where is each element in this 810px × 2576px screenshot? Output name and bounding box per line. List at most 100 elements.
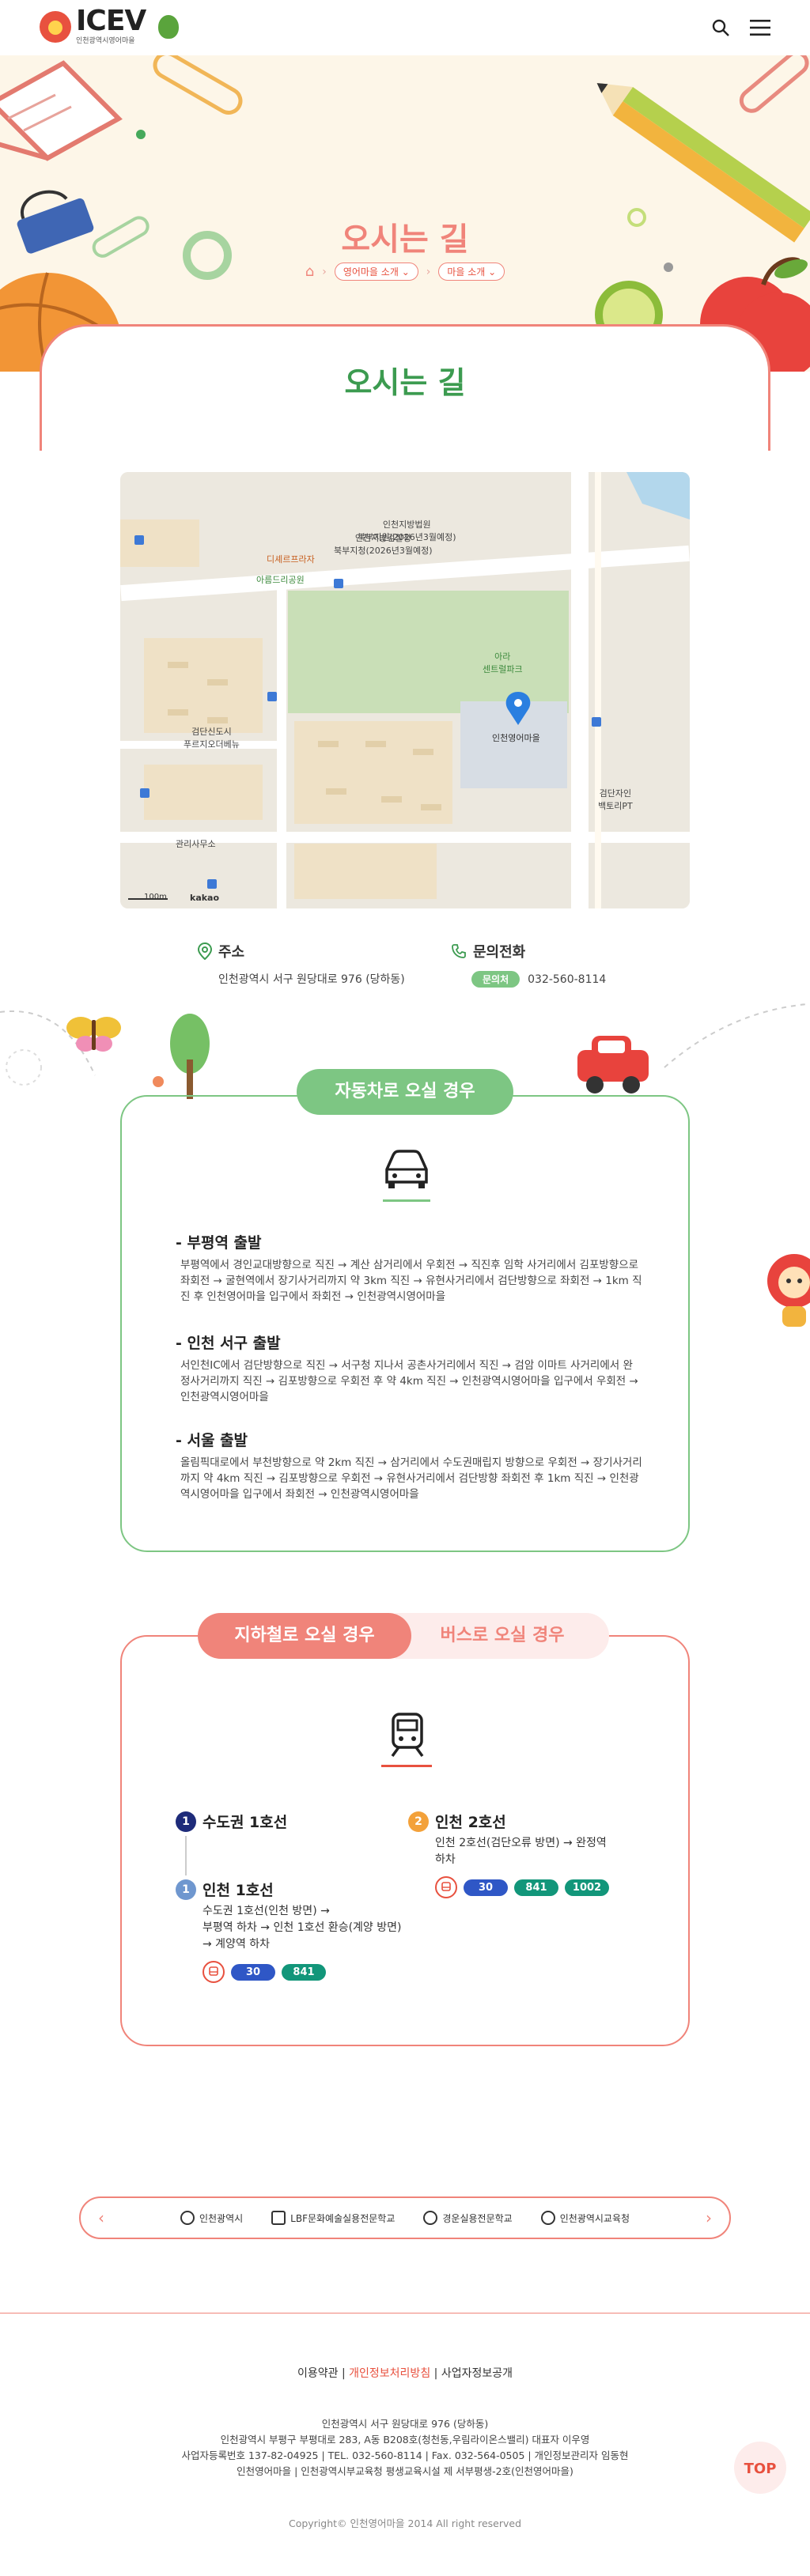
footer-link-business[interactable]: 사업자정보공개 bbox=[441, 2367, 513, 2380]
logo-text: ICEV bbox=[76, 5, 146, 37]
tab-bus[interactable]: 버스로 오실 경우 bbox=[396, 1613, 609, 1659]
line-capital-1: 1 수도권 1호선 bbox=[176, 1811, 287, 1832]
line-title: 수도권 1호선 bbox=[202, 1814, 288, 1831]
mascot-side-icon bbox=[767, 1254, 810, 1327]
route-seoul: - 서울 출발 올림픽대로에서 부천방향으로 약 2km 직진 → 삼거리에서 … bbox=[176, 1429, 642, 1502]
bus-number-chip: 30 bbox=[464, 1879, 508, 1896]
hamburger-menu-icon bbox=[750, 20, 770, 36]
line-incheon-1: 1 인천 1호선 수도권 1호선(인천 방면) → 부평역 하차 → 인천 1호… bbox=[176, 1879, 413, 1983]
logo-subtitle: 인천광역시영어마을 bbox=[76, 37, 135, 45]
copyright: Copyright© 인천영어마을 2014 All right reserve… bbox=[288, 2517, 522, 2529]
page-title: 오시는 길 bbox=[344, 365, 466, 400]
route-text: 서인천IC에서 검단방향으로 직진 → 서구청 지나서 공촌사거리에서 직진 →… bbox=[180, 1359, 638, 1403]
route-title: - 부평역 출발 bbox=[176, 1234, 262, 1252]
footer-company-info: 인천광역시 서구 원당대로 976 (당하동) 인천광역시 부평구 부평대로 2… bbox=[0, 2416, 810, 2480]
partner-name: 경운실용전문학교 bbox=[442, 2212, 513, 2224]
route-text: 부평역에서 경인교대방향으로 직진 → 계산 삼거리에서 우회전 → 직진후 임… bbox=[180, 1259, 642, 1303]
bus-list: 30 841 bbox=[202, 1961, 413, 1983]
location-pin-icon bbox=[198, 942, 212, 960]
bus-number-chip: 841 bbox=[514, 1879, 558, 1896]
route-text: 올림픽대로에서 부천방향으로 약 2km 직진 → 삼거리에서 수도권매립지 방… bbox=[180, 1456, 642, 1501]
partner-logo-icon bbox=[540, 2211, 555, 2225]
partner-link[interactable]: 인천광역시교육청 bbox=[540, 2211, 630, 2225]
footer-links: 이용약관 | 개인정보처리방침 | 사업자정보공개 bbox=[297, 2367, 513, 2380]
partner-logo-icon bbox=[423, 2211, 438, 2225]
map-label-central-park: 아라 센트럴파크 bbox=[483, 652, 523, 674]
partner-banner: ‹ 인천광역시 LBF문화예술실용전문학교 경운실용전문학교 인천광역시교육청 … bbox=[79, 2196, 731, 2239]
breadcrumb: ⌂ › 영어마을 소개 ⌄ › 마을 소개 ⌄ bbox=[0, 263, 810, 281]
car-directions-box: - 부평역 출발 부평역에서 경인교대방향으로 직진 → 계산 삼거리에서 우회… bbox=[120, 1095, 690, 1552]
menu-button[interactable] bbox=[748, 16, 772, 40]
map-label-prosecutor: 인천지방검찰청 북부지청(2026년3월예정) bbox=[334, 533, 433, 556]
line-title: 인천 1호선 bbox=[202, 1882, 274, 1899]
partner-link[interactable]: 경운실용전문학교 bbox=[423, 2211, 513, 2225]
line-incheon-2: 2 인천 2호선 인천 2호선(검단오류 방면) → 완정역 하차 30 841… bbox=[408, 1811, 653, 1898]
scroll-top-button[interactable]: TOP bbox=[734, 2442, 786, 2494]
partner-logo-icon bbox=[271, 2211, 286, 2225]
line-number-badge: 1 bbox=[176, 1879, 196, 1900]
content-card: 오시는 길 bbox=[40, 324, 770, 451]
bus-number-chip: 1002 bbox=[565, 1879, 609, 1896]
chevron-right-icon: › bbox=[322, 265, 327, 278]
breadcrumb-select-1[interactable]: 영어마을 소개 ⌄ bbox=[334, 263, 418, 281]
line-number-badge: 1 bbox=[176, 1811, 196, 1832]
line-description: 인천 2호선(검단오류 방면) → 완정역 하차 bbox=[435, 1837, 607, 1866]
map-label-office: 관리사무소 bbox=[176, 839, 216, 849]
bus-number-chip: 30 bbox=[231, 1963, 275, 1981]
line-connector bbox=[185, 1836, 187, 1875]
chevron-left-icon[interactable]: ‹ bbox=[98, 2208, 104, 2227]
car-underline bbox=[383, 1199, 430, 1202]
hero-title: 오시는 길 bbox=[341, 221, 469, 258]
chevron-right-icon: › bbox=[426, 265, 431, 278]
line-number-badge: 2 bbox=[408, 1811, 429, 1832]
footer-info-line: 인천영어마을 | 인천광역시부교육청 평생교육시설 제 서부평생-2호(인천영어… bbox=[237, 2465, 573, 2477]
map-label-english-village: 인천영어마을 bbox=[492, 733, 540, 743]
train-icon bbox=[391, 1713, 424, 1758]
site-header: ICEV 인천광역시영어마을 bbox=[0, 0, 810, 55]
footer-info-line: 인천광역시 서구 원당대로 976 (당하동) bbox=[321, 2418, 489, 2430]
partner-name: LBF문화예술실용전문학교 bbox=[290, 2212, 396, 2224]
line-title: 인천 2호선 bbox=[435, 1814, 506, 1831]
bus-icon bbox=[435, 1876, 457, 1898]
partner-link[interactable]: 인천광역시 bbox=[180, 2211, 243, 2225]
bus-icon bbox=[202, 1961, 225, 1983]
search-button[interactable] bbox=[709, 16, 732, 40]
breadcrumb-label: 영어마을 소개 bbox=[343, 266, 399, 278]
footer-info-line: 사업자등록번호 137-82-04925 | TEL. 032-560-8114… bbox=[181, 2449, 629, 2461]
route-title: - 인천 서구 출발 bbox=[176, 1335, 281, 1352]
breadcrumb-select-2[interactable]: 마을 소개 ⌄ bbox=[438, 263, 505, 281]
line-description: 수도권 1호선(인천 방면) → 부평역 하차 → 인천 1호선 환승(계양 방… bbox=[202, 1905, 402, 1951]
mascot-icon bbox=[158, 14, 180, 39]
map-label-park-small: 아름드리공원 bbox=[256, 575, 305, 585]
breadcrumb-label: 마을 소개 bbox=[447, 266, 486, 278]
route-seogu: - 인천 서구 출발 서인천IC에서 검단방향으로 직진 → 서구청 지나서 공… bbox=[176, 1331, 642, 1405]
logo-badge-icon bbox=[40, 10, 71, 43]
address-label: 주소 bbox=[218, 944, 245, 961]
map-label-plaza: 디셰르프라자 bbox=[267, 554, 315, 565]
bus-number-chip: 841 bbox=[282, 1963, 326, 1981]
bus-list: 30 841 1002 bbox=[435, 1876, 653, 1898]
partner-link[interactable]: LBF문화예술실용전문학교 bbox=[271, 2211, 395, 2225]
site-logo[interactable]: ICEV 인천광역시영어마을 bbox=[40, 5, 180, 45]
phone-label: 문의전화 bbox=[473, 944, 526, 961]
tab-car[interactable]: 자동차로 오실 경우 bbox=[297, 1069, 513, 1115]
transit-directions-box: 1 수도권 1호선 1 인천 1호선 수도권 1호선(인천 방면) → 부평역 … bbox=[120, 1635, 690, 2046]
footer-link-privacy[interactable]: 개인정보처리방침 bbox=[349, 2367, 430, 2380]
phone-icon bbox=[452, 944, 466, 958]
search-icon bbox=[712, 19, 729, 36]
map-scale-label: 100m bbox=[144, 893, 167, 901]
location-map[interactable]: 인천지방법원 북부지원(2026년3월예정) 인천지방검찰청 북부지청(2026… bbox=[120, 472, 690, 908]
chevron-right-icon[interactable]: › bbox=[706, 2208, 712, 2227]
partner-name: 인천광역시 bbox=[199, 2212, 244, 2224]
car-icon bbox=[385, 1150, 428, 1188]
home-icon[interactable]: ⌂ bbox=[305, 263, 314, 280]
route-title: - 서울 출발 bbox=[176, 1432, 248, 1449]
partner-logo-icon bbox=[180, 2211, 195, 2225]
partner-name: 인천광역시교육청 bbox=[559, 2212, 630, 2224]
tab-subway[interactable]: 지하철로 오실 경우 bbox=[198, 1613, 411, 1659]
map-label-station: 검단자인 백토리PT bbox=[598, 788, 633, 811]
route-bupyeong: - 부평역 출발 부평역에서 경인교대방향으로 직진 → 계산 삼거리에서 우회… bbox=[176, 1231, 642, 1305]
footer-info-line: 인천광역시 부평구 부평대로 283, A동 B208호(청천동,우림라이온스밸… bbox=[220, 2434, 590, 2446]
footer-link-terms[interactable]: 이용약관 bbox=[297, 2367, 339, 2380]
site-footer: 이용약관 | 개인정보처리방침 | 사업자정보공개 인천광역시 서구 원당대로 … bbox=[0, 2313, 810, 2576]
